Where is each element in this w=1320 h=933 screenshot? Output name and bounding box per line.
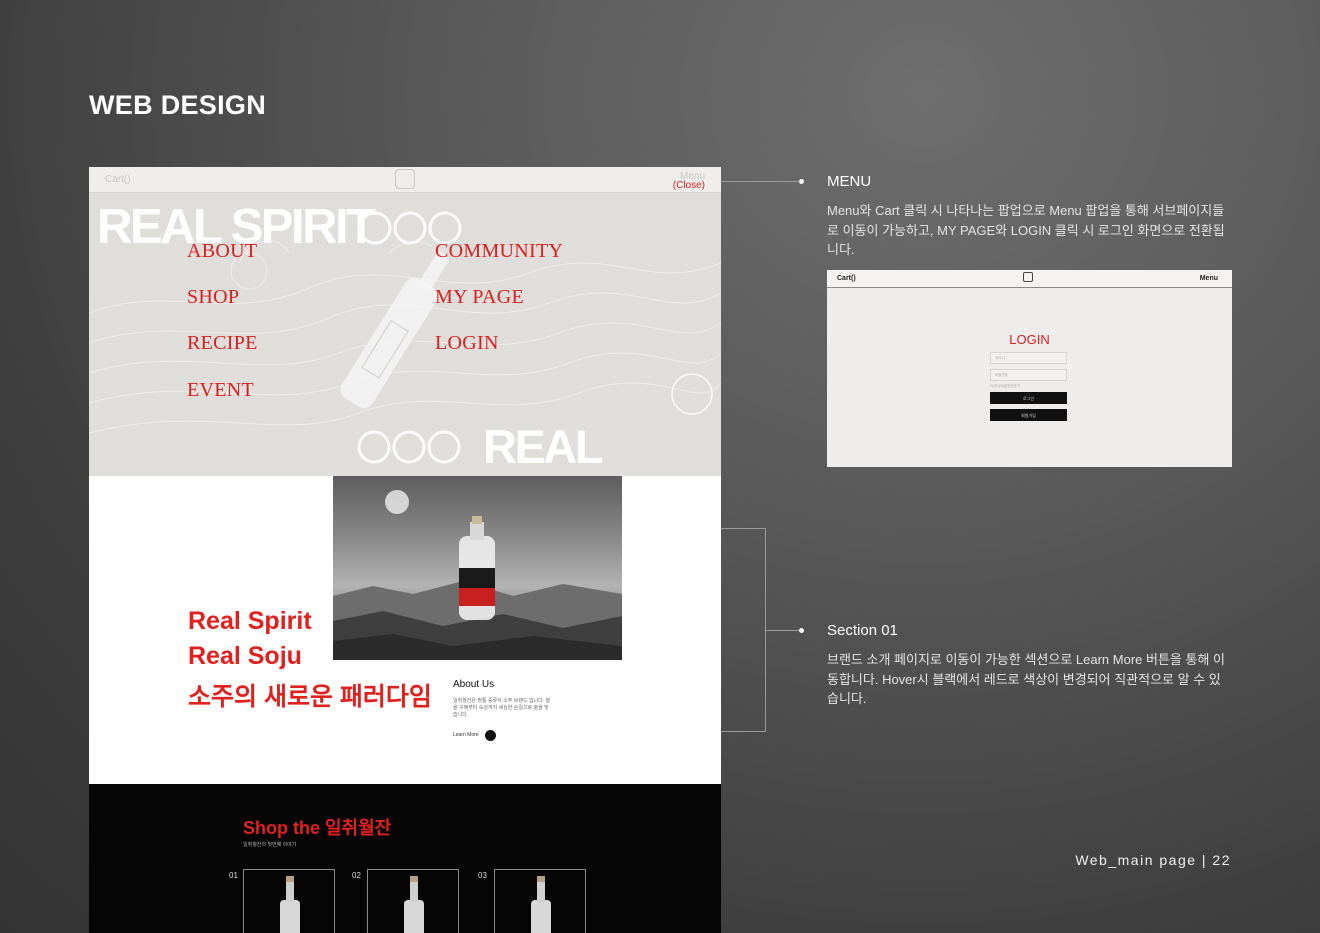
- shop-subtitle: 일취월잔의 첫번째 이야기: [243, 842, 297, 848]
- menu-item-shop[interactable]: SHOP: [187, 286, 239, 309]
- menu-connector-line: [721, 181, 801, 182]
- find-account-link[interactable]: 아이디/비밀번호찾기: [990, 384, 1020, 389]
- section-connector-dot: [799, 628, 804, 633]
- headline-line-1: Real Spirit: [188, 607, 312, 635]
- learn-more-link[interactable]: Learn More: [453, 732, 479, 738]
- product-card[interactable]: [494, 869, 586, 933]
- menu-item-my-page[interactable]: MY PAGE: [435, 286, 524, 309]
- section-connector-line: [765, 630, 801, 631]
- brand-logo-icon[interactable]: [395, 169, 415, 189]
- section01-annotation-body: 브랜드 소개 페이지로 이동이 가능한 섹션으로 Learn More 버튼을 …: [827, 652, 1225, 706]
- page-footer: Web_main page | 22: [1075, 852, 1231, 868]
- site-header: Cart() Menu (Close): [89, 167, 721, 193]
- menu-annotation-body: Menu와 Cart 클릭 시 나타나는 팝업으로 Menu 팝업을 통해 서브…: [827, 203, 1225, 257]
- section-01: Real Spirit Real Soju 소주의 새로운 패러다임 About…: [89, 476, 721, 784]
- page-title: WEB DESIGN: [89, 90, 267, 120]
- shop-title: Shop the 일취월잔: [243, 818, 392, 838]
- login-header: Cart() Menu: [827, 270, 1232, 288]
- menu-item-event[interactable]: EVENT: [187, 379, 254, 402]
- shop-section: Shop the 일취월잔 일취월잔의 첫번째 이야기 01 02 03: [89, 784, 721, 933]
- login-menu-link[interactable]: Menu: [1200, 275, 1218, 282]
- login-button[interactable]: 로그인: [990, 392, 1067, 404]
- about-us-title: About Us: [453, 679, 495, 690]
- website-mockup: REAL SPIRIT REAL SOJU Cart() Menu (Close…: [89, 167, 721, 933]
- product-hero-photo: [333, 476, 622, 660]
- product-number: 03: [478, 871, 487, 880]
- close-menu-button[interactable]: (Close): [673, 181, 705, 191]
- login-title: LOGIN: [1009, 332, 1050, 347]
- headline-line-2: Real Soju: [188, 642, 302, 670]
- login-logo-icon[interactable]: [1023, 272, 1033, 282]
- join-button[interactable]: 회원가입: [990, 409, 1067, 421]
- headline-line-3: 소주의 새로운 패러다임: [188, 683, 432, 711]
- menu-toggle[interactable]: Menu (Close): [673, 172, 705, 191]
- section01-annotation-title: Section 01: [827, 622, 898, 639]
- login-screen-mockup: Cart() Menu LOGIN 아이디 비밀번호 아이디/비밀번호찾기 로그…: [827, 270, 1232, 467]
- menu-connector-dot: [799, 179, 804, 184]
- product-card[interactable]: [367, 869, 459, 933]
- about-us-body: 일취월잔은 정통 증류식 소주 브랜드 입니다. 쌀을 구매부터 숙성까지 세심…: [453, 698, 551, 718]
- section-connector-top: [721, 528, 765, 529]
- menu-annotation-title: MENU: [827, 173, 872, 190]
- menu-item-about[interactable]: ABOUT: [187, 240, 257, 263]
- product-number: 02: [352, 871, 361, 880]
- menu-item-recipe[interactable]: RECIPE: [187, 332, 258, 355]
- login-cart-link[interactable]: Cart(): [837, 275, 856, 282]
- login-id-field[interactable]: 아이디: [990, 352, 1067, 364]
- login-password-field[interactable]: 비밀번호: [990, 369, 1067, 381]
- product-number: 01: [229, 871, 238, 880]
- menu-popup: REAL SPIRIT REAL SOJU Cart() Menu (Close…: [89, 167, 721, 476]
- hero-text-real-soju: REAL SOJU: [483, 420, 604, 476]
- section-connector-bottom: [721, 731, 765, 732]
- menu-item-login[interactable]: LOGIN: [435, 332, 499, 355]
- cart-link[interactable]: Cart(): [105, 174, 131, 185]
- product-card[interactable]: [243, 869, 335, 933]
- menu-item-community[interactable]: COMMUNITY: [435, 240, 563, 263]
- learn-more-arrow-icon[interactable]: [485, 730, 496, 741]
